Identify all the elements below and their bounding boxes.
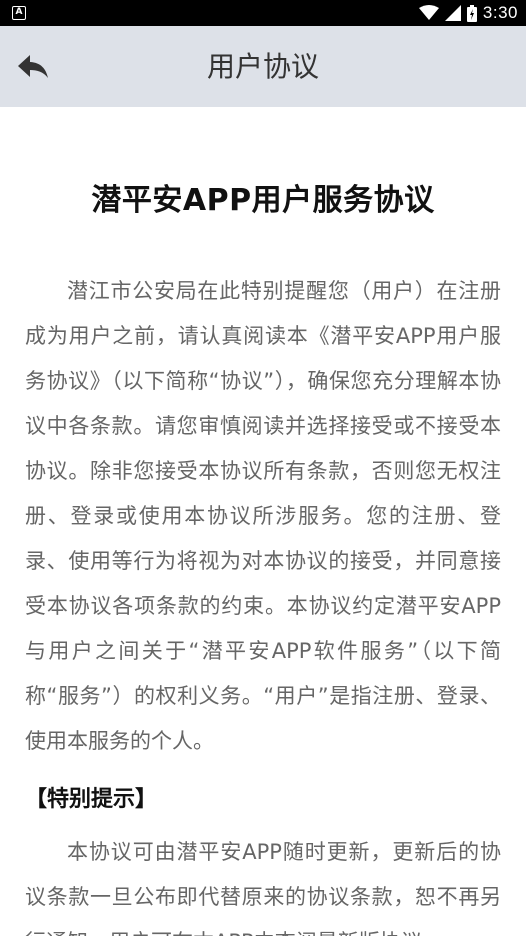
signal-icon — [444, 5, 461, 21]
section-paragraph: 本协议可由潜平安APP随时更新，更新后的协议条款一旦公布即代替原来的协议条款，恕… — [25, 840, 501, 936]
document-title: 潜平安APP用户服务协议 — [91, 183, 435, 218]
status-time: 3:30 — [482, 3, 518, 22]
wifi-icon — [418, 5, 439, 20]
screen: A 3:30 用户协议 潜平安APP用户服务协议 潜江市公安局在此特别提醒您（用… — [0, 0, 526, 936]
title-bar: 用户协议 — [0, 26, 526, 107]
agreement-content: 潜平安APP用户服务协议 潜江市公安局在此特别提醒您（用户）在注册成为用户之前，… — [25, 107, 501, 936]
back-arrow-icon — [18, 55, 48, 78]
page-title: 用户协议 — [206, 50, 319, 83]
back-button[interactable] — [10, 46, 56, 88]
section-heading: 【特别提示】 — [25, 787, 158, 812]
battery-icon — [466, 4, 477, 22]
status-indicators: 3:30 — [418, 0, 518, 26]
intro-paragraph: 潜江市公安局在此特别提醒您（用户）在注册成为用户之前，请认真阅读本《潜平安APP… — [25, 279, 501, 753]
app-notification-icon: A — [12, 6, 26, 20]
status-bar: A 3:30 — [0, 0, 526, 26]
